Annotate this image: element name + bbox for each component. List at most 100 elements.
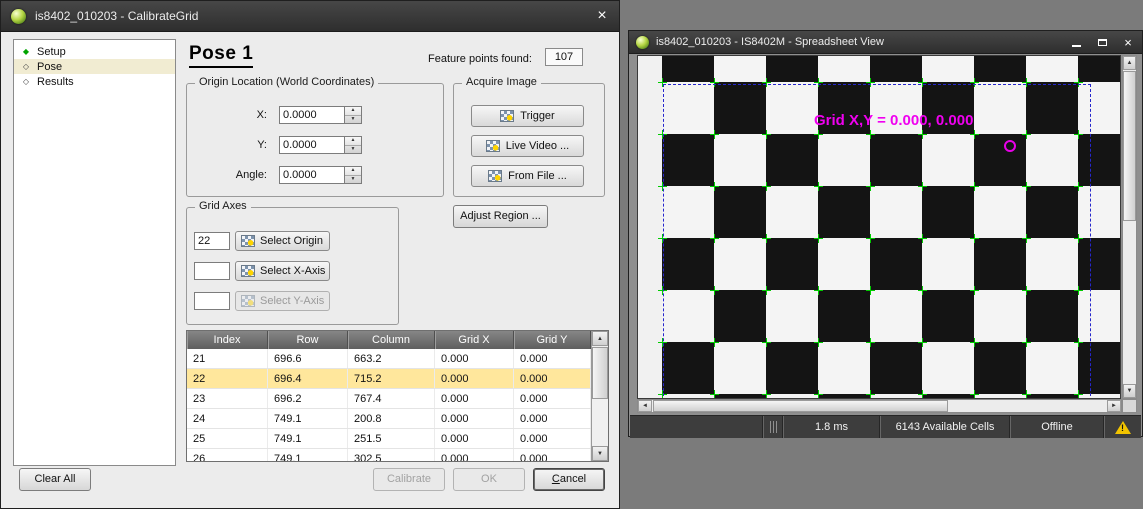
x-label: X: [187,109,267,121]
calibration-region-outline [663,84,1091,399]
table-cell: 251.5 [348,429,435,448]
table-row-25[interactable]: 25749.1251.50.0000.000 [187,429,608,449]
table-row-24[interactable]: 24749.1200.80.0000.000 [187,409,608,429]
table-cell: 0.000 [435,349,514,368]
spin-up-icon[interactable]: ▲ [345,107,361,115]
select-y-axis-label: Select Y-Axis [260,295,324,307]
grid-axes-group: Grid Axes Select Origin Select X-Axis Se… [186,207,399,325]
pose-diamond-icon: ◇ [21,62,31,72]
navigation-tree: ◆ Setup ◇ Pose ◇ Results [13,39,176,466]
close-button[interactable]: × [1116,33,1140,51]
tree-item-pose[interactable]: ◇ Pose [14,59,175,74]
horizontal-scrollbar[interactable]: ◄ ► [637,399,1122,413]
clear-all-button[interactable]: Clear All [19,468,91,491]
table-cell: 749.1 [268,449,348,462]
status-message-segment [630,416,763,438]
table-scrollbar-thumb[interactable] [592,347,608,399]
spreadsheet-titlebar[interactable]: is8402_010203 - IS8402M - Spreadsheet Vi… [629,31,1142,54]
scroll-down-icon[interactable]: ▼ [592,446,608,461]
header-column: Column [348,331,435,349]
angle-label: Angle: [187,169,267,181]
tree-item-results-label: Results [37,76,74,88]
vertical-scrollbar-thumb[interactable] [1123,71,1136,221]
setup-diamond-icon: ◆ [21,47,31,57]
x-coordinate-input[interactable] [279,106,345,124]
table-cell: 23 [187,389,268,408]
close-icon[interactable]: × [585,7,619,25]
table-cell: 0.000 [435,369,514,388]
table-cell: 696.6 [268,349,348,368]
minimize-button[interactable] [1064,33,1088,51]
vertical-scrollbar[interactable]: ▲ ▼ [1122,55,1137,399]
table-row-26[interactable]: 26749.1302.50.0000.000 [187,449,608,462]
select-x-axis-button[interactable]: Select X-Axis [235,261,330,281]
live-video-button[interactable]: Live Video ... [471,135,584,157]
table-cell: 0.000 [435,409,514,428]
status-warning-segment[interactable] [1104,416,1141,438]
y-coordinate-input[interactable] [279,136,345,154]
tree-item-setup[interactable]: ◆ Setup [14,44,175,59]
y-spinner[interactable]: ▲ ▼ [345,136,362,154]
table-cell: 0.000 [514,389,591,408]
select-y-axis-icon [241,295,255,307]
origin-marker-circle [1004,140,1016,152]
table-cell: 696.2 [268,389,348,408]
y-axis-index-input[interactable] [194,292,230,310]
calibration-image-view[interactable]: Grid X,Y = 0.000, 0.000 [637,55,1121,399]
status-bar: 1.8 ms 6143 Available Cells Offline [630,415,1141,438]
feature-points-table: Index Row Column Grid X Grid Y 21696.666… [186,330,609,462]
table-cell: 0.000 [514,429,591,448]
horizontal-scrollbar-thumb[interactable] [653,400,948,412]
scroll-down-icon[interactable]: ▼ [1123,384,1136,398]
table-row-21[interactable]: 21696.6663.20.0000.000 [187,349,608,369]
tree-item-results[interactable]: ◇ Results [14,74,175,89]
spin-down-icon[interactable]: ▼ [345,115,361,124]
cancel-button[interactable]: Cancel [533,468,605,491]
x-coordinate-row: X: ▲ ▼ [187,106,443,124]
from-file-button[interactable]: From File ... [471,165,584,187]
table-cell: 696.4 [268,369,348,388]
header-index: Index [187,331,268,349]
origin-index-input[interactable] [194,232,230,250]
results-diamond-icon: ◇ [21,77,31,87]
header-grid-x: Grid X [435,331,514,349]
table-cell: 302.5 [348,449,435,462]
angle-spinner[interactable]: ▲ ▼ [345,166,362,184]
table-cell: 24 [187,409,268,428]
spin-up-icon[interactable]: ▲ [345,137,361,145]
insight-app-icon [11,9,26,24]
spin-down-icon[interactable]: ▼ [345,145,361,154]
table-row-23[interactable]: 23696.2767.40.0000.000 [187,389,608,409]
status-connection-state: Offline [1010,416,1104,438]
angle-row: Angle: ▲ ▼ [187,166,443,184]
x-spinner[interactable]: ▲ ▼ [345,106,362,124]
table-cell: 0.000 [435,449,514,462]
maximize-button[interactable] [1090,33,1114,51]
scroll-right-icon[interactable]: ► [1107,400,1121,412]
trigger-button[interactable]: Trigger [471,105,584,127]
table-cell: 0.000 [514,349,591,368]
spin-up-icon[interactable]: ▲ [345,167,361,175]
adjust-region-button[interactable]: Adjust Region ... [453,205,548,228]
spin-down-icon[interactable]: ▼ [345,175,361,184]
table-cell: 0.000 [435,429,514,448]
x-axis-index-input[interactable] [194,262,230,280]
table-row-22[interactable]: 22696.4715.20.0000.000 [187,369,608,389]
acquire-image-group: Acquire Image Trigger Live Video ... Fro… [453,83,605,197]
minimize-icon [1072,45,1081,47]
scroll-up-icon[interactable]: ▲ [592,331,608,346]
status-exec-time: 1.8 ms [783,416,880,438]
table-cell: 715.2 [348,369,435,388]
close-icon: × [1124,36,1132,49]
table-cell: 200.8 [348,409,435,428]
angle-input[interactable] [279,166,345,184]
select-origin-button[interactable]: Select Origin [235,231,330,251]
scroll-up-icon[interactable]: ▲ [1123,56,1136,70]
trigger-button-label: Trigger [520,110,554,122]
grid-origin-label: Grid X,Y = 0.000, 0.000 [814,112,973,129]
scroll-left-icon[interactable]: ◄ [638,400,652,412]
calibrate-grid-titlebar[interactable]: is8402_010203 - CalibrateGrid × [1,1,619,32]
calibrate-grid-title: is8402_010203 - CalibrateGrid [35,9,585,23]
table-scrollbar[interactable]: ▲ ▼ [591,331,608,461]
live-video-icon [486,140,500,152]
